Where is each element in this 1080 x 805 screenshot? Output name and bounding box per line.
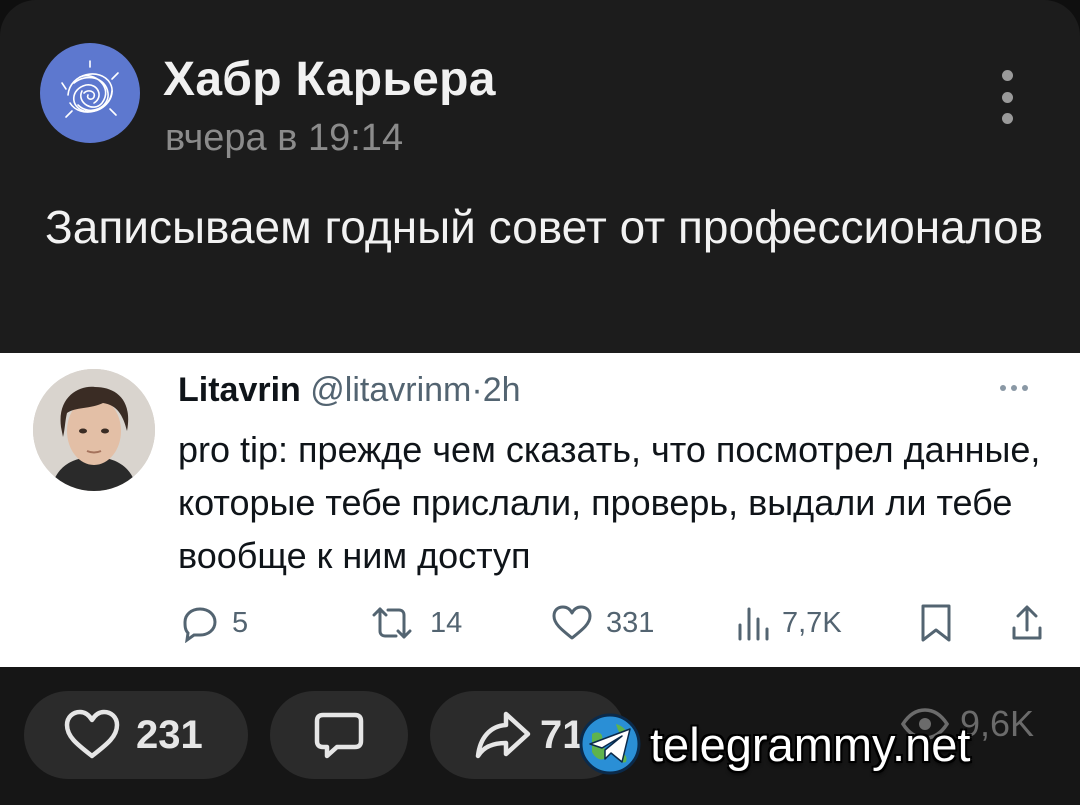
tweet-author-name[interactable]: Litavrin	[178, 371, 301, 409]
share-arrow-icon	[475, 711, 531, 759]
post-timestamp: вчера в 19:14	[165, 117, 404, 159]
tweet-embed: Litavrin @litavrinm·2h pro tip: прежде ч…	[0, 353, 1080, 667]
upload-share-icon	[1012, 605, 1042, 640]
tweet-time: 2h	[482, 371, 521, 409]
tweet-share-button[interactable]	[1010, 598, 1044, 648]
kebab-icon[interactable]	[995, 70, 1019, 124]
comment-button[interactable]	[270, 691, 408, 779]
tweet-text: pro tip: прежде чем сказать, что посмотр…	[178, 429, 1041, 576]
tweet-like-count: 331	[606, 606, 655, 639]
tweet-separator: ·	[471, 371, 483, 409]
channel-name[interactable]: Хабр Карьера	[163, 52, 496, 107]
tweet-more-icon[interactable]	[1000, 385, 1028, 391]
comment-icon	[314, 712, 364, 759]
watermark: telegrammy.net	[578, 712, 970, 776]
watermark-text: telegrammy.net	[650, 717, 971, 771]
retweet-icon	[372, 607, 412, 639]
tweet-header: Litavrin @litavrinm·2h	[178, 369, 521, 411]
telegram-globe-icon	[579, 713, 641, 775]
tweet-reply-button[interactable]: 5	[180, 598, 248, 648]
habr-career-logo-icon	[61, 60, 119, 118]
tweet-author-handle[interactable]: @litavrinm	[310, 371, 471, 409]
heart-icon	[64, 709, 120, 759]
tweet-view-count: 7,7K	[782, 606, 842, 639]
tweet-reply-count: 5	[232, 606, 249, 639]
heart-outline-icon	[552, 605, 592, 640]
tweet-retweet-button[interactable]: 14	[366, 598, 462, 648]
tweet-bookmark-button[interactable]	[918, 598, 954, 648]
tweet-views-button[interactable]: 7,7K	[736, 598, 842, 648]
tweet-actions: 5 14 331 7,7K	[0, 598, 1080, 648]
bookmark-icon	[921, 604, 951, 642]
tweet-author-avatar	[33, 369, 155, 491]
like-count: 231	[136, 712, 203, 757]
post-card: Хабр Карьера вчера в 19:14 Записываем го…	[0, 0, 1080, 805]
like-button[interactable]: 231	[24, 691, 248, 779]
tweet-like-button[interactable]: 331	[550, 598, 654, 648]
channel-avatar[interactable]	[40, 43, 140, 143]
post-text: Записываем годный совет от профессионало…	[45, 201, 1044, 253]
view-count: 9,6K	[960, 703, 1035, 744]
bar-chart-icon	[738, 607, 769, 641]
reply-icon	[183, 607, 217, 643]
tweet-retweet-count: 14	[430, 606, 463, 639]
